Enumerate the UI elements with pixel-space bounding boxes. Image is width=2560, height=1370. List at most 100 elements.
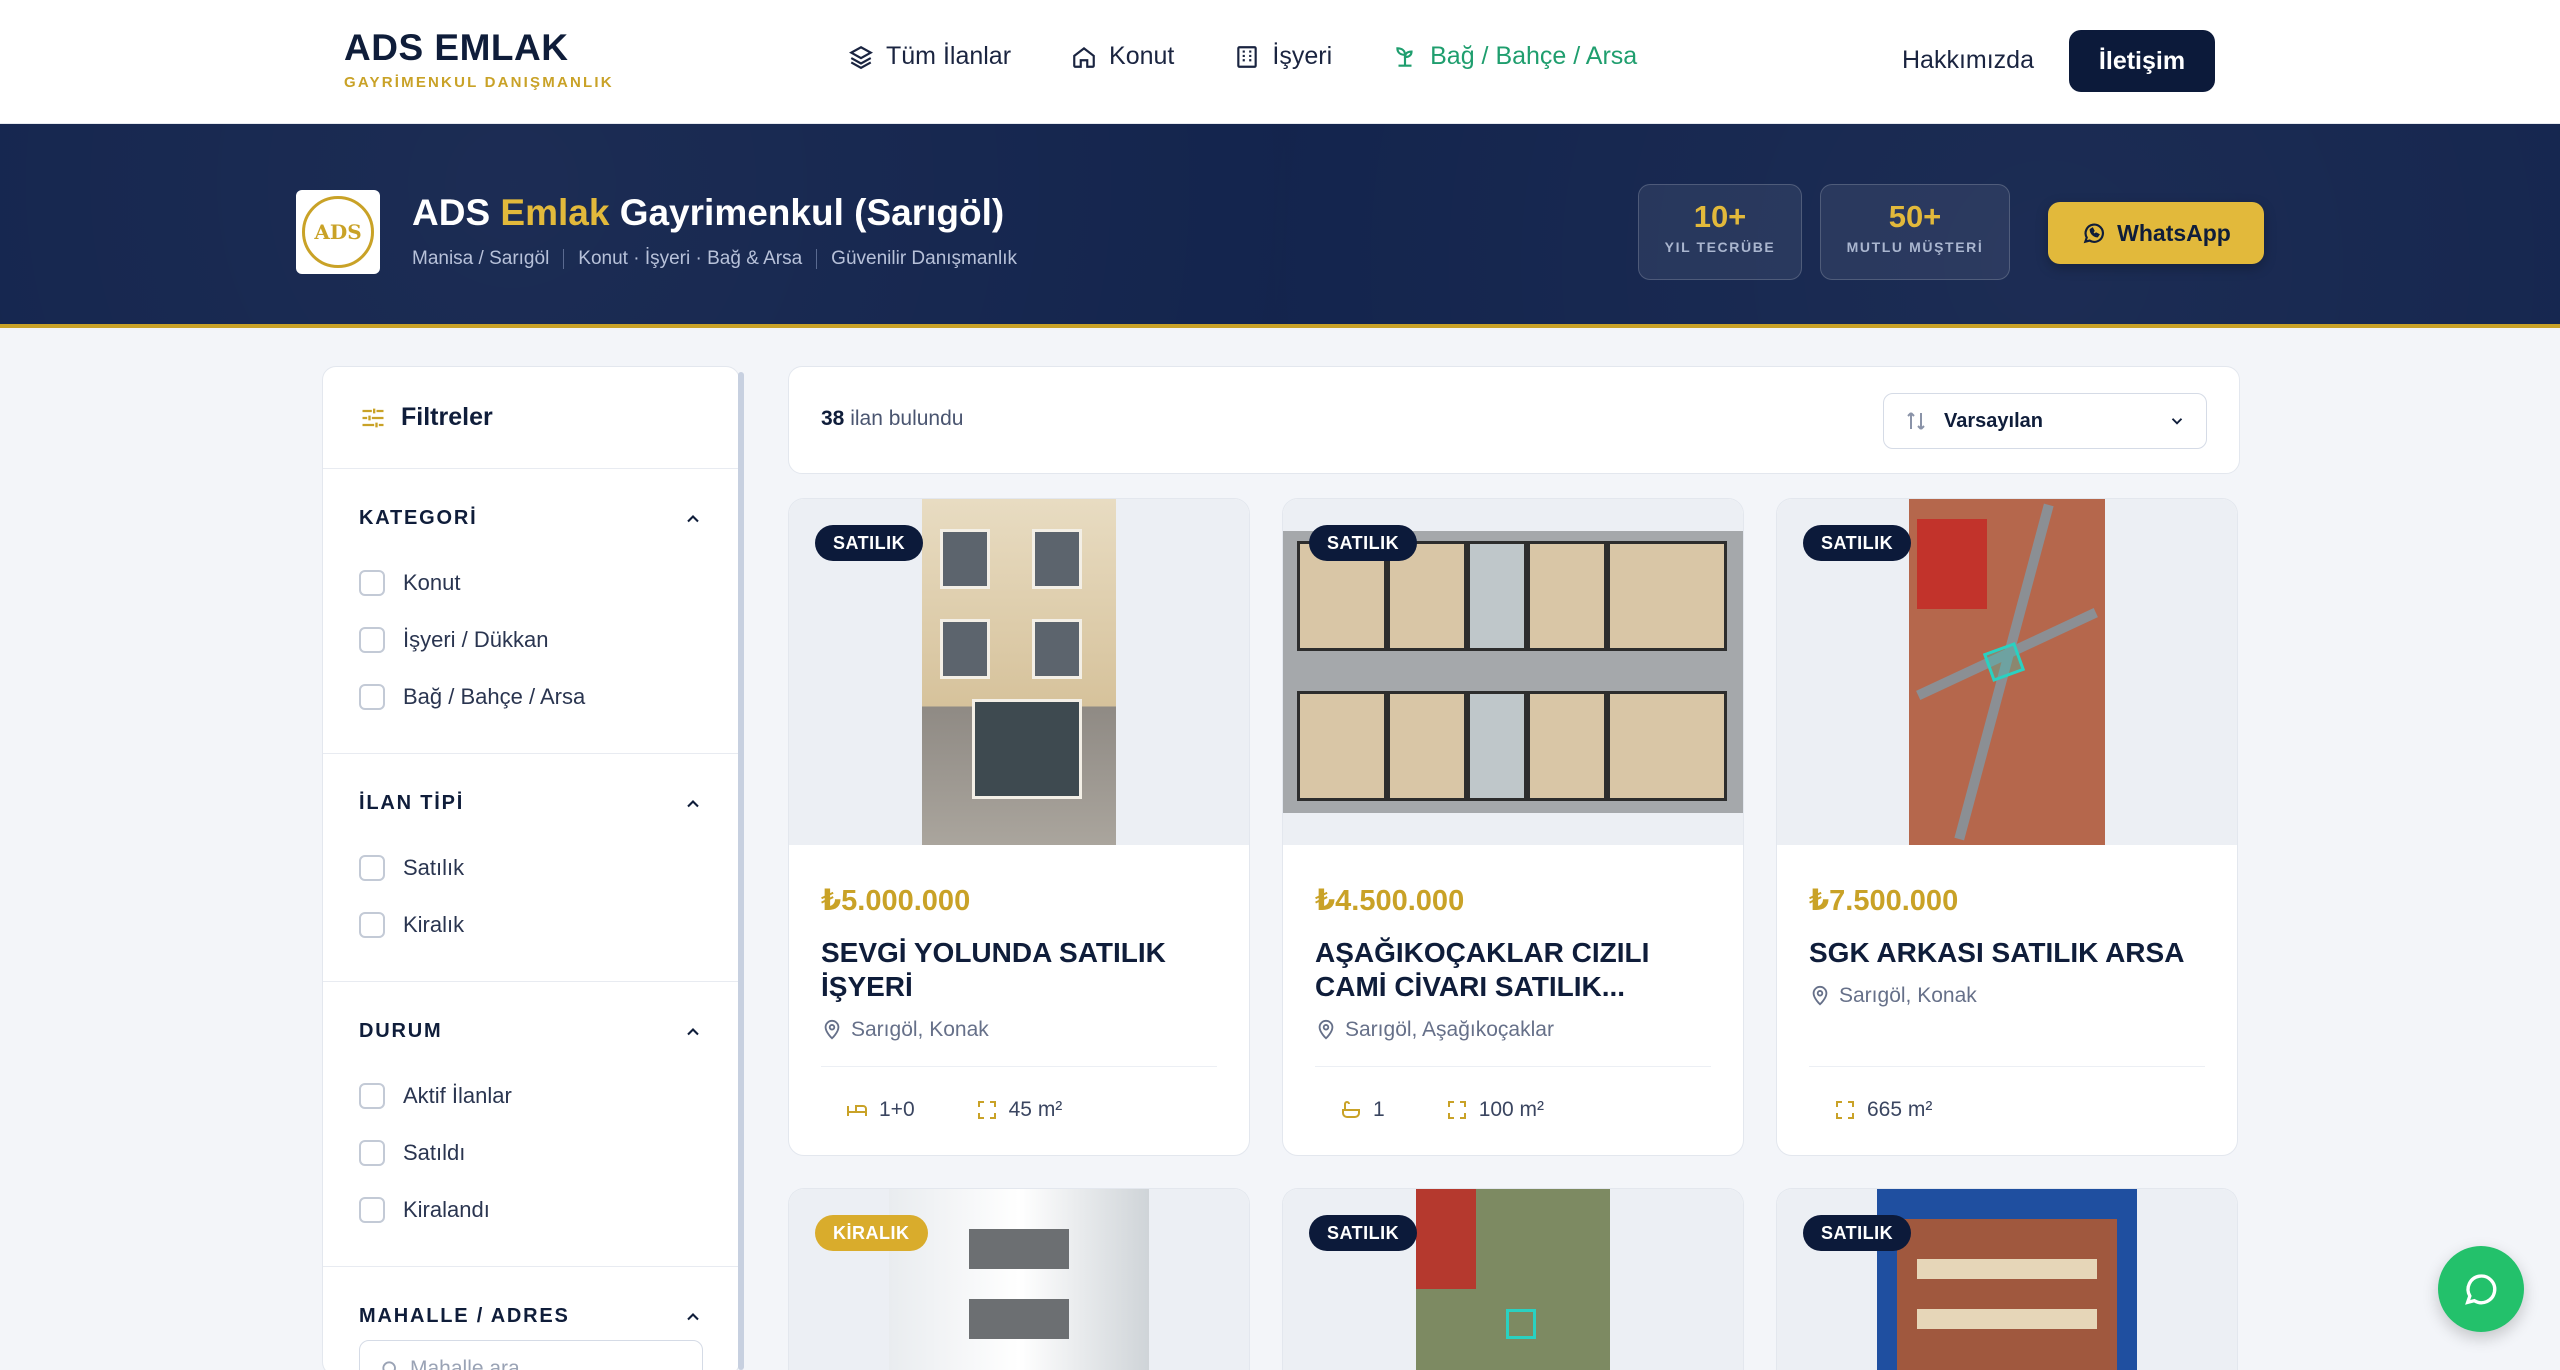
nav-all-listings[interactable]: Tüm İlanlar	[848, 42, 1011, 71]
listing-badge: SATILIK	[1803, 1215, 1912, 1251]
chat-fab[interactable]	[2438, 1246, 2524, 1332]
listing-card[interactable]: SATILIK ₺4.500.000 AŞAĞIKOÇAKLAR CIZILI …	[1282, 498, 1744, 1156]
sort-value: Varsayılan	[1944, 409, 2043, 432]
area-icon	[977, 1101, 996, 1119]
filter-section-toggle[interactable]: MAHALLE / ADRES	[359, 1305, 703, 1328]
area-feature: 665 m²	[1833, 1098, 1932, 1122]
company-tagline: Manisa / Sarıgöl Konut · İşyeri · Bağ & …	[412, 248, 1017, 270]
sort-icon	[1907, 412, 1925, 430]
chat-icon	[2465, 1274, 2497, 1305]
aerial-map-image	[1416, 1189, 1610, 1370]
filter-option-arsa[interactable]: Bağ / Bahçe / Arsa	[359, 668, 703, 725]
brand-logo[interactable]: ADS EMLAK GAYRİMENKUL DANIŞMANLIK	[344, 28, 614, 92]
filter-section-toggle[interactable]: İLAN TİPİ	[359, 792, 703, 815]
filter-status: DURUM Aktif İlanlar Satıldı Kiralandı	[323, 982, 739, 1267]
section-title: KATEGORİ	[359, 507, 478, 529]
whatsapp-button[interactable]: WhatsApp	[2048, 202, 2264, 264]
layers-icon	[849, 45, 873, 69]
listing-card[interactable]: SATILIK ₺5.000.000 SEVGİ YOLUNDA SATILIK…	[788, 498, 1250, 1156]
address-search-input[interactable]	[410, 1357, 670, 1370]
company-logo: ADS	[296, 190, 380, 274]
checkbox[interactable]	[359, 911, 385, 938]
filter-option-konut[interactable]: Konut	[359, 554, 703, 611]
bath-icon	[1342, 1101, 1360, 1118]
map-pin-icon	[1812, 985, 1828, 1006]
results-count-number: 38	[821, 407, 845, 430]
section-title: İLAN TİPİ	[359, 792, 465, 814]
area-icon	[1836, 1101, 1854, 1119]
listing-photo[interactable]: SATILIK	[1283, 499, 1743, 845]
section-title: DURUM	[359, 1020, 443, 1042]
listing-card[interactable]: SATILIK	[1282, 1188, 1744, 1370]
listing-title[interactable]: SGK ARKASI SATILIK ARSA	[1809, 936, 2205, 970]
map-pin-icon	[824, 1019, 840, 1040]
results-header: 38 ilan bulundu Varsayılan	[788, 366, 2240, 474]
filter-option-satilik[interactable]: Satılık	[359, 839, 703, 896]
nav-commercial[interactable]: İşyeri	[1234, 42, 1332, 71]
listing-features: 665 m²	[1777, 1067, 2237, 1153]
filter-option-aktif[interactable]: Aktif İlanlar	[359, 1067, 703, 1124]
stat-label: MUTLU MÜŞTERİ	[1846, 239, 1984, 255]
listing-photo[interactable]: SATILIK	[1777, 499, 2237, 845]
brand-subtitle: GAYRİMENKUL DANIŞMANLIK	[344, 74, 614, 91]
option-label: Satıldı	[403, 1139, 466, 1165]
checkbox[interactable]	[359, 854, 385, 881]
checkbox[interactable]	[359, 1082, 385, 1109]
listing-card[interactable]: SATILIK ₺7.500.000 SGK ARKASI SATILIK AR…	[1776, 498, 2238, 1156]
floorplan-image	[1283, 531, 1743, 813]
nav-residential[interactable]: Konut	[1071, 42, 1174, 71]
option-label: Konut	[403, 569, 461, 595]
listing-price: ₺7.500.000	[1809, 885, 1959, 917]
filter-option-isyeri[interactable]: İşyeri / Dükkan	[359, 611, 703, 668]
rooms-feature: 1+0	[845, 1098, 915, 1122]
nav-label: Tüm İlanlar	[886, 42, 1012, 70]
listing-features: 1+0 45 m²	[789, 1067, 1249, 1153]
tagline-location: Manisa / Sarıgöl	[412, 248, 550, 269]
nav-label: Bağ / Bahçe / Arsa	[1430, 42, 1638, 70]
sidebar-scrollbar[interactable]	[738, 372, 744, 1370]
area-value: 45 m²	[1008, 1098, 1063, 1121]
listing-badge: SATILIK	[1309, 1215, 1418, 1251]
filter-listing-type: İLAN TİPİ Satılık Kiralık	[323, 754, 739, 982]
about-link[interactable]: Hakkımızda	[1902, 46, 2034, 75]
bath-value: 1	[1373, 1098, 1385, 1121]
filter-sidebar: Filtreler KATEGORİ Konut İşyeri / Dükkan…	[322, 366, 740, 1370]
main-nav: Tüm İlanlar Konut İşyeri Bağ / Bahçe / A…	[848, 42, 1637, 71]
checkbox[interactable]	[359, 1139, 385, 1166]
section-title: MAHALLE / ADRES	[359, 1305, 570, 1327]
checkbox[interactable]	[359, 569, 385, 596]
listing-title[interactable]: AŞAĞIKOÇAKLAR CIZILI CAMİ CİVARI SATILIK…	[1315, 936, 1711, 1004]
listing-title[interactable]: SEVGİ YOLUNDA SATILIK İŞYERİ	[821, 936, 1217, 1004]
contact-button[interactable]: İletişim	[2069, 30, 2215, 92]
results-count-label: ilan bulundu	[850, 407, 964, 430]
bed-icon	[847, 1105, 867, 1116]
checkbox[interactable]	[359, 1196, 385, 1223]
address-search[interactable]	[359, 1340, 703, 1370]
listing-photo[interactable]: SATILIK	[789, 499, 1249, 845]
filter-option-kiralik[interactable]: Kiralık	[359, 896, 703, 953]
filter-section-toggle[interactable]: DURUM	[359, 1020, 703, 1043]
filter-section-toggle[interactable]: KATEGORİ	[359, 507, 703, 530]
chevron-up-icon	[687, 514, 699, 522]
listing-badge: KİRALIK	[815, 1215, 928, 1251]
filter-option-satildi[interactable]: Satıldı	[359, 1124, 703, 1181]
option-label: Satılık	[403, 854, 465, 880]
area-value: 100 m²	[1478, 1098, 1545, 1121]
listing-price: ₺4.500.000	[1315, 885, 1465, 917]
listing-card[interactable]: SATILIK	[1776, 1188, 2238, 1370]
nav-label: Konut	[1109, 42, 1175, 70]
listing-card[interactable]: KİRALIK	[788, 1188, 1250, 1370]
filter-address: MAHALLE / ADRES	[323, 1267, 739, 1370]
filter-option-kiralandi[interactable]: Kiralandı	[359, 1181, 703, 1238]
listing-photo[interactable]: SATILIK	[1283, 1189, 1743, 1370]
checkbox[interactable]	[359, 683, 385, 710]
company-title-highlight: Emlak	[500, 192, 610, 233]
sort-select[interactable]: Varsayılan	[1883, 393, 2207, 449]
checkbox[interactable]	[359, 626, 385, 653]
listing-photo[interactable]: SATILIK	[1777, 1189, 2237, 1370]
sprout-icon	[1396, 46, 1413, 67]
building-photo	[922, 499, 1116, 845]
listing-photo[interactable]: KİRALIK	[789, 1189, 1249, 1370]
nav-land[interactable]: Bağ / Bahçe / Arsa	[1392, 42, 1637, 71]
option-label: Bağ / Bahçe / Arsa	[403, 683, 586, 709]
